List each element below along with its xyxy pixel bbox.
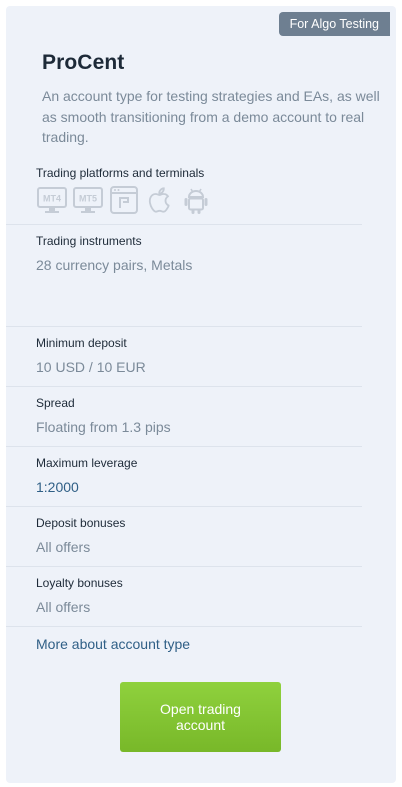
divider	[6, 386, 362, 387]
leverage-value: 1:2000	[36, 479, 79, 495]
loyalty-bonuses-label: Loyalty bonuses	[36, 576, 123, 590]
open-trading-account-button[interactable]: Open trading account	[120, 682, 281, 752]
spread-value: Floating from 1.3 pips	[36, 419, 171, 435]
deposit-bonuses-label: Deposit bonuses	[36, 516, 126, 530]
min-deposit-value: 10 USD / 10 EUR	[36, 359, 146, 375]
leverage-label: Maximum leverage	[36, 456, 138, 470]
instruments-value: 28 currency pairs, Metals	[36, 257, 193, 273]
svg-text:MT5: MT5	[79, 194, 97, 204]
divider	[6, 224, 362, 225]
divider	[6, 446, 362, 447]
deposit-bonuses-value[interactable]: All offers	[36, 539, 90, 555]
account-description: An account type for testing strategies a…	[42, 88, 380, 145]
divider	[6, 506, 362, 507]
divider	[6, 566, 362, 567]
instruments-label: Trading instruments	[36, 234, 142, 248]
apple-icon[interactable]	[144, 184, 176, 216]
divider	[6, 326, 362, 327]
loyalty-bonuses-value[interactable]: All offers	[36, 599, 90, 615]
account-title: ProCent	[42, 51, 125, 74]
spread-label: Spread	[36, 396, 75, 410]
min-deposit-label: Minimum deposit	[36, 336, 127, 350]
mt4-icon[interactable]: MT4	[36, 184, 68, 216]
algo-testing-badge: For Algo Testing	[278, 12, 390, 36]
account-card: For Algo Testing ProCent An account type…	[6, 6, 396, 783]
platform-icons: MT4 MT5	[36, 184, 212, 216]
more-about-account-link[interactable]: More about account type	[36, 636, 190, 652]
svg-text:MT4: MT4	[43, 194, 61, 204]
mt5-icon[interactable]: MT5	[72, 184, 104, 216]
android-icon[interactable]	[180, 184, 212, 216]
platforms-label: Trading platforms and terminals	[36, 166, 205, 180]
web-terminal-icon[interactable]	[108, 184, 140, 216]
divider	[6, 626, 362, 627]
